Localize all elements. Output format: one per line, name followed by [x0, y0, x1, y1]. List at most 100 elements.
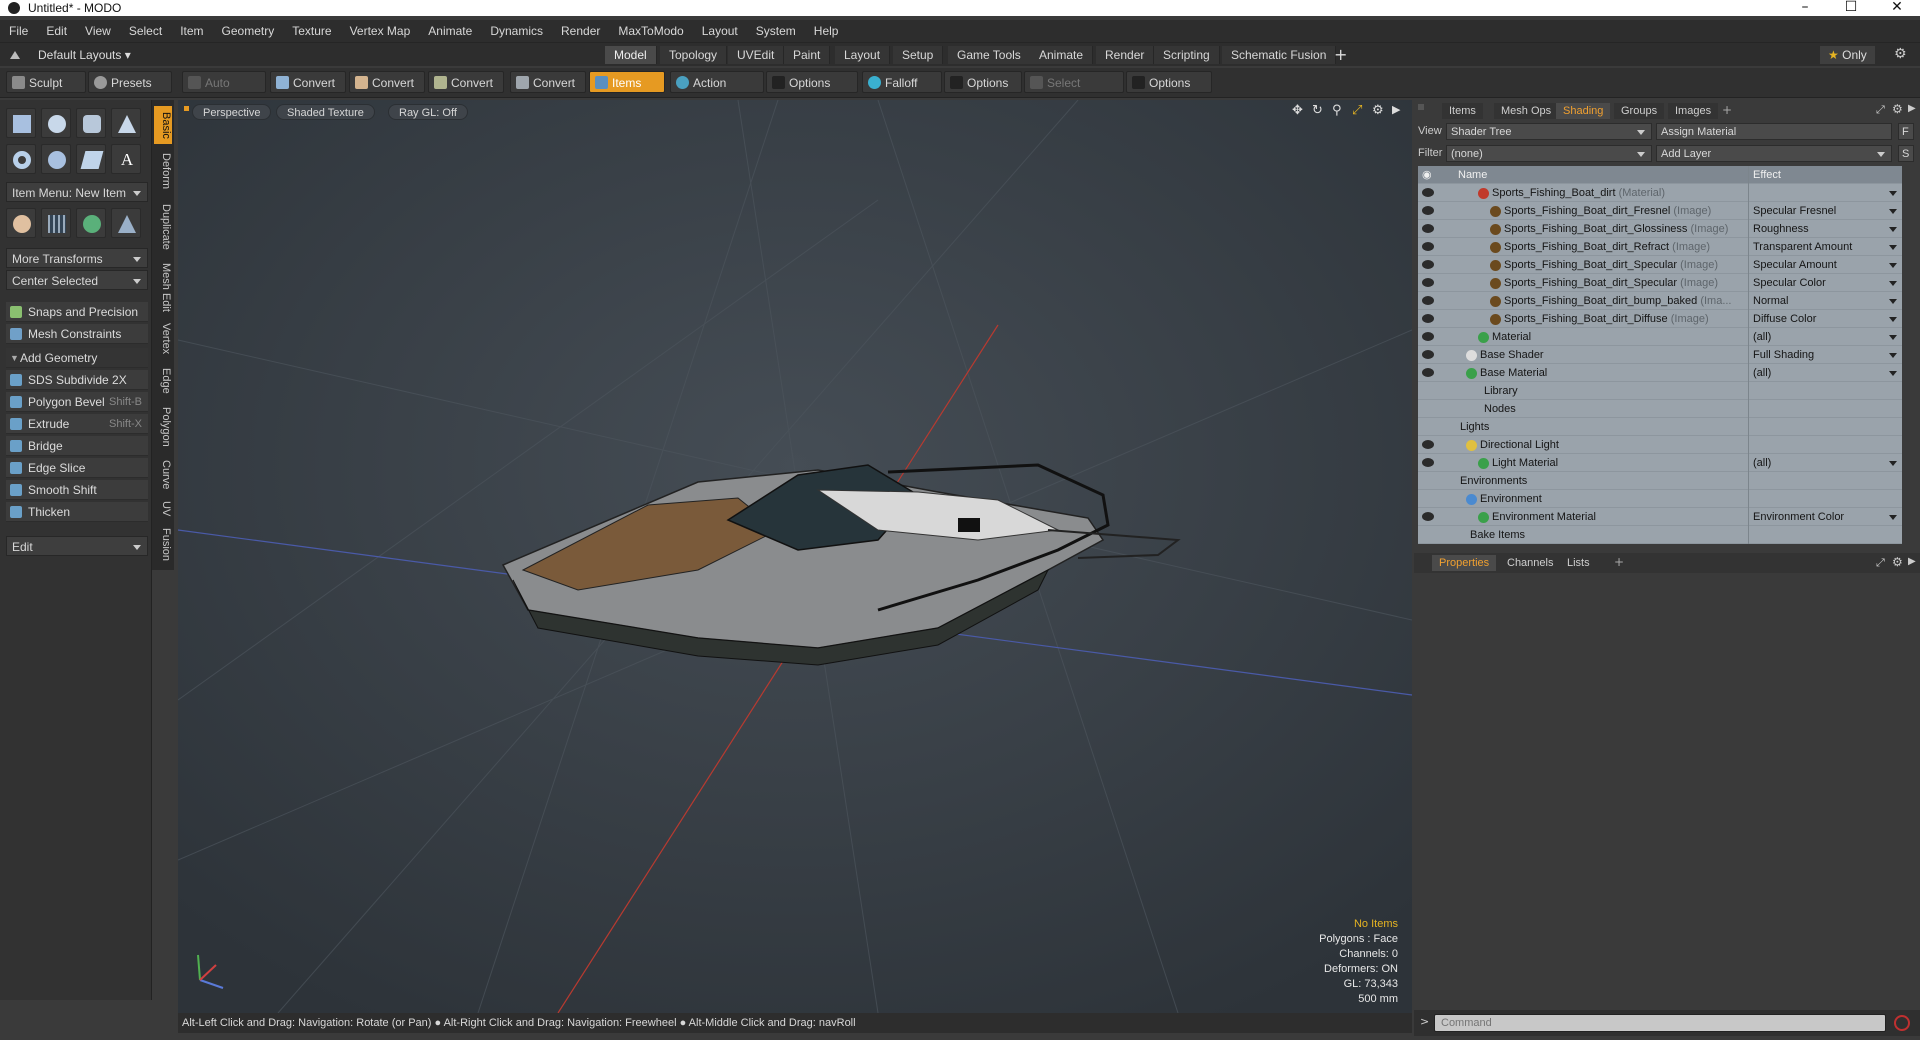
gear-icon[interactable]: ⚙: [1894, 46, 1907, 62]
vtab-duplicate[interactable]: Duplicate: [154, 198, 172, 256]
eye-icon[interactable]: [1422, 314, 1434, 323]
tab-layout[interactable]: Layout: [835, 46, 891, 64]
tree-row-effect[interactable]: (all): [1748, 364, 1902, 382]
convert-polygons-button[interactable]: Convert: [428, 71, 504, 93]
column-effect-header[interactable]: Effect: [1748, 166, 1902, 184]
raygl-button[interactable]: Ray GL: Off: [388, 104, 468, 120]
maximize-icon[interactable]: ☐: [1828, 0, 1874, 16]
menu-item[interactable]: Item: [171, 20, 212, 42]
s-button[interactable]: S: [1898, 145, 1914, 162]
vtab-vertex[interactable]: Vertex: [154, 318, 172, 360]
menu-texture[interactable]: Texture: [283, 20, 340, 42]
items-mode-button[interactable]: Items: [589, 71, 665, 93]
sculpt-button[interactable]: Sculpt: [6, 71, 86, 93]
falloff-button[interactable]: Falloff: [862, 71, 942, 93]
only-toggle[interactable]: ★ Only: [1820, 46, 1875, 64]
options-button-2[interactable]: Options: [944, 71, 1022, 93]
add-geometry-header[interactable]: ▼ Add Geometry: [6, 348, 148, 368]
shading-mode-button[interactable]: Shaded Texture: [276, 104, 375, 120]
eye-icon[interactable]: [1422, 368, 1434, 377]
tree-row[interactable]: Base Shader Full Shading: [1418, 346, 1902, 364]
tab-animate[interactable]: Animate: [1030, 46, 1094, 64]
zoom-icon[interactable]: ⚲: [1332, 103, 1342, 118]
vtab-curve[interactable]: Curve: [154, 456, 172, 494]
sphere-primitive-button[interactable]: [41, 108, 71, 138]
tree-row[interactable]: Sports_Fishing_Boat_dirt_bump_baked (Ima…: [1418, 292, 1902, 310]
menu-animate[interactable]: Animate: [419, 20, 481, 42]
tab-scripting[interactable]: Scripting: [1154, 46, 1220, 64]
plane-button[interactable]: [111, 208, 141, 238]
eye-icon[interactable]: [1422, 206, 1434, 215]
tree-row-effect[interactable]: Diffuse Color: [1748, 310, 1902, 328]
menu-render[interactable]: Render: [552, 20, 609, 42]
tree-row-effect[interactable]: (all): [1748, 328, 1902, 346]
expand-panel-icon[interactable]: ⤢: [1876, 556, 1885, 570]
tree-row[interactable]: Environment: [1418, 490, 1902, 508]
vtab-mesh-edit[interactable]: Mesh Edit: [154, 260, 172, 314]
transform-gizmo-button[interactable]: [6, 208, 36, 238]
options-button-3[interactable]: Options: [1126, 71, 1212, 93]
eye-icon[interactable]: [1422, 224, 1434, 233]
pan-icon[interactable]: ✥: [1292, 103, 1303, 118]
eye-icon[interactable]: [1422, 350, 1434, 359]
eye-icon[interactable]: [1422, 440, 1434, 449]
add-tab-icon[interactable]: +: [1614, 555, 1624, 569]
convert-vertices-button[interactable]: Convert: [270, 71, 346, 93]
menu-maxtomodo[interactable]: MaxToModo: [609, 20, 692, 42]
tree-row[interactable]: Material (all): [1418, 328, 1902, 346]
tab-game-tools[interactable]: Game Tools: [948, 46, 1031, 64]
viewport-menu-arrow-icon[interactable]: ▶: [1392, 103, 1400, 116]
item-menu-dropdown[interactable]: Item Menu: New Item: [6, 182, 148, 202]
convert-materials-button[interactable]: Convert: [510, 71, 586, 93]
shader-tree-dropdown[interactable]: Shader Tree: [1446, 123, 1652, 140]
expand-panel-icon[interactable]: ⤢: [1876, 103, 1885, 117]
tree-row[interactable]: Lights: [1418, 418, 1902, 436]
snaps-precision-button[interactable]: Snaps and Precision: [6, 302, 148, 322]
center-selected-dropdown[interactable]: Center Selected: [6, 270, 148, 290]
tree-row[interactable]: Environments: [1418, 472, 1902, 490]
tab-topology[interactable]: Topology: [660, 46, 728, 64]
tab-mesh-ops[interactable]: Mesh Ops: [1494, 103, 1559, 119]
collapse-arrow-icon[interactable]: [10, 49, 20, 59]
eye-icon[interactable]: [1422, 458, 1434, 467]
menu-help[interactable]: Help: [805, 20, 848, 42]
close-icon[interactable]: ✕: [1874, 0, 1920, 16]
vtab-polygon[interactable]: Polygon: [154, 402, 172, 452]
tree-row[interactable]: Sports_Fishing_Boat_dirt_Specular (Image…: [1418, 274, 1902, 292]
tool-polygon-bevel[interactable]: Polygon Bevel Shift-B: [6, 392, 148, 412]
eye-icon[interactable]: [1422, 512, 1434, 521]
tree-row-effect[interactable]: Full Shading: [1748, 346, 1902, 364]
more-transforms-dropdown[interactable]: More Transforms: [6, 248, 148, 268]
menu-layout[interactable]: Layout: [693, 20, 747, 42]
auto-select-button[interactable]: Auto Select: [182, 71, 266, 112]
menu-geometry[interactable]: Geometry: [213, 20, 284, 42]
tree-row[interactable]: Library: [1418, 382, 1902, 400]
tree-row-effect[interactable]: Environment Color: [1748, 508, 1902, 526]
panel-menu-arrow-icon[interactable]: ▶: [1908, 556, 1916, 567]
menu-system[interactable]: System: [747, 20, 805, 42]
tab-schematic-fusion[interactable]: Schematic Fusion: [1222, 46, 1337, 64]
convert-edges-button[interactable]: Convert: [349, 71, 425, 93]
tree-row-effect[interactable]: Specular Amount: [1748, 256, 1902, 274]
tab-channels[interactable]: Channels: [1500, 555, 1561, 571]
vtab-deform[interactable]: Deform: [154, 148, 172, 194]
tab-render[interactable]: Render: [1096, 46, 1155, 64]
rotate-icon[interactable]: ↻: [1312, 103, 1323, 118]
view-mode-button[interactable]: Perspective: [192, 104, 272, 120]
tool-extrude[interactable]: Extrude Shift-X: [6, 414, 148, 434]
column-name-header[interactable]: Name: [1458, 166, 1487, 184]
add-tab-icon[interactable]: +: [1722, 103, 1732, 117]
tool-smooth-shift[interactable]: Smooth Shift: [6, 480, 148, 500]
tree-row[interactable]: Environment Material Environment Color: [1418, 508, 1902, 526]
vtab-fusion[interactable]: Fusion: [154, 524, 172, 566]
tab-properties[interactable]: Properties: [1432, 555, 1497, 571]
eye-icon[interactable]: [1422, 296, 1434, 305]
eye-icon[interactable]: [1422, 278, 1434, 287]
f-button[interactable]: F: [1898, 123, 1914, 140]
tab-paint[interactable]: Paint: [784, 46, 831, 64]
assign-material-button[interactable]: Assign Material: [1656, 123, 1892, 140]
tree-row[interactable]: Sports_Fishing_Boat_dirt_Fresnel (Image)…: [1418, 202, 1902, 220]
mesh-constraints-button[interactable]: Mesh Constraints: [6, 324, 148, 344]
tool-thicken[interactable]: Thicken: [6, 502, 148, 522]
tree-row[interactable]: Bake Items: [1418, 526, 1902, 544]
